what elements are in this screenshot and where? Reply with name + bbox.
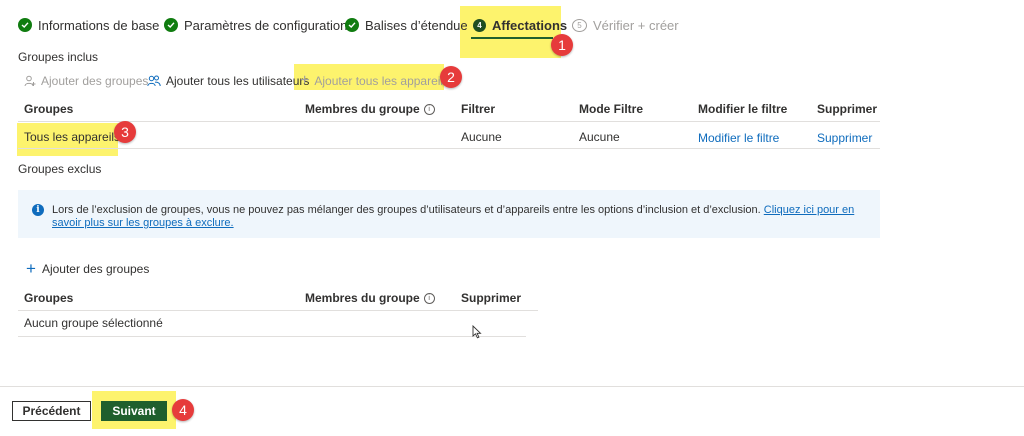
- empty-state-text: Aucun groupe sélectionné: [24, 316, 163, 330]
- col-header-membres-label: Membres du groupe: [305, 102, 420, 116]
- info-banner-text: Lors de l’exclusion de groupes, vous ne …: [52, 204, 872, 230]
- active-step-underline: [471, 37, 553, 39]
- included-groups-title: Groupes inclus: [18, 50, 99, 64]
- row-filter: Aucune: [461, 130, 502, 144]
- person-add-icon: [24, 75, 36, 87]
- step-verifier-creer[interactable]: 5 Vérifier + créer: [572, 12, 679, 38]
- row-group-name: Tous les appareils: [24, 130, 121, 144]
- step-label: Affectations: [492, 17, 568, 33]
- next-button[interactable]: Suivant: [101, 401, 167, 421]
- delete-link[interactable]: Supprimer: [817, 131, 872, 145]
- people-icon: [147, 75, 161, 87]
- info-icon: i: [32, 204, 44, 216]
- col-header-supprimer: Supprimer: [817, 102, 878, 116]
- excl-col-header-membres: Membres du groupe i: [305, 291, 435, 305]
- callout-badge-1: 1: [551, 34, 573, 56]
- excl-header-divider: [18, 310, 538, 311]
- excluded-groups-title: Groupes exclus: [18, 162, 102, 176]
- row-divider: [18, 148, 880, 149]
- step-number-icon: 4: [473, 18, 486, 32]
- step-label: Paramètres de configuration: [184, 17, 348, 33]
- col-header-groupes: Groupes: [24, 102, 74, 116]
- info-banner: i Lors de l’exclusion de groupes, vous n…: [18, 190, 880, 238]
- info-circle-icon[interactable]: i: [423, 292, 435, 304]
- add-all-users-button[interactable]: Ajouter tous les utilisateurs: [147, 74, 309, 88]
- step-balises-etendue[interactable]: Balises d’étendue: [345, 12, 468, 38]
- check-icon: [345, 18, 359, 32]
- callout-badge-3: 3: [114, 121, 136, 143]
- col-header-membres: Membres du groupe i: [305, 102, 435, 116]
- add-excluded-groups-button[interactable]: + Ajouter des groupes: [26, 259, 150, 278]
- add-groups-button[interactable]: Ajouter des groupes: [24, 74, 148, 88]
- excl-col-header-membres-label: Membres du groupe: [305, 291, 420, 305]
- info-circle-icon[interactable]: i: [423, 103, 435, 115]
- plus-icon: +: [26, 259, 36, 278]
- header-divider: [18, 121, 880, 122]
- excl-row-divider: [18, 336, 526, 337]
- add-all-devices-button[interactable]: + Ajouter tous les appareils: [300, 72, 450, 89]
- row-filter-mode: Aucune: [579, 130, 620, 144]
- excl-col-header-supprimer: Supprimer: [461, 291, 522, 305]
- step-label: Informations de base: [38, 17, 160, 33]
- col-header-mode-filtre: Mode Filtre: [579, 102, 644, 116]
- step-number-icon: 5: [572, 18, 587, 32]
- add-all-devices-label: Ajouter tous les appareils: [314, 74, 450, 88]
- step-label: Vérifier + créer: [593, 17, 679, 33]
- step-informations-de-base[interactable]: Informations de base: [18, 12, 159, 38]
- col-header-filtrer: Filtrer: [461, 102, 496, 116]
- plus-icon: +: [300, 72, 310, 89]
- step-parametres-configuration[interactable]: Paramètres de configuration: [164, 12, 347, 38]
- excl-col-header-groupes: Groupes: [24, 291, 74, 305]
- check-icon: [164, 18, 178, 32]
- callout-badge-4: 4: [172, 399, 194, 421]
- callout-badge-2: 2: [440, 66, 462, 88]
- check-icon: [18, 18, 32, 32]
- step-affectations[interactable]: 4 Affectations: [473, 12, 567, 38]
- mouse-cursor-icon: [472, 325, 482, 339]
- edit-filter-link[interactable]: Modifier le filtre: [698, 131, 779, 145]
- step-label: Balises d’étendue: [365, 17, 468, 33]
- add-groups-label: Ajouter des groupes: [41, 74, 149, 88]
- previous-button[interactable]: Précédent: [12, 401, 91, 421]
- info-banner-message: Lors de l’exclusion de groupes, vous ne …: [52, 204, 764, 216]
- col-header-modifier-filtre: Modifier le filtre: [698, 102, 788, 116]
- footer-divider: [0, 386, 1024, 387]
- add-excluded-groups-label: Ajouter des groupes: [41, 262, 150, 276]
- add-all-users-label: Ajouter tous les utilisateurs: [166, 74, 310, 88]
